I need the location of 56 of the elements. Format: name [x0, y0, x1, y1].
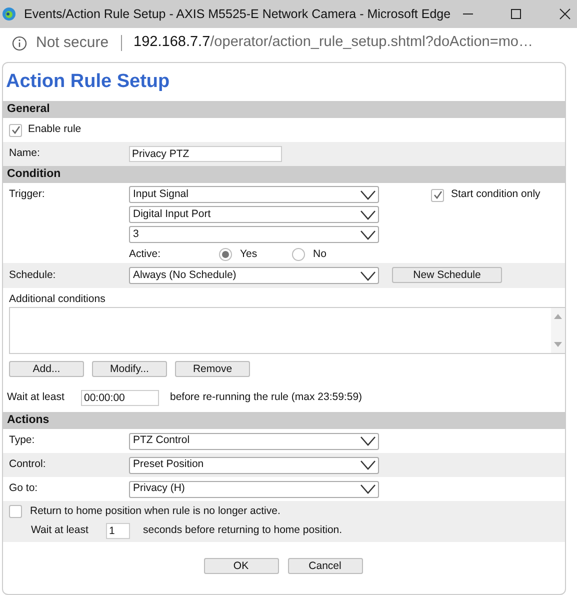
dropdown[interactable]: 3 [129, 226, 379, 243]
dropdown[interactable]: Digital Input Port [129, 206, 379, 223]
dropdown[interactable]: Input Signal [129, 186, 379, 203]
radio-button[interactable] [292, 248, 305, 261]
chevron-icon [360, 230, 376, 240]
checkbox[interactable] [9, 124, 22, 136]
chevron-icon [360, 210, 376, 220]
radio-label: No [313, 246, 326, 262]
dropdown[interactable]: Always (No Schedule) [129, 267, 379, 284]
radio-button[interactable] [219, 248, 232, 261]
address-url[interactable]: 192.168.7.7/operator/action_rule_setup.shtml?doAction=mo… [134, 32, 533, 54]
button[interactable]: New Schedule [392, 267, 502, 284]
chevron-icon [360, 436, 376, 446]
chevron-icon [360, 460, 376, 470]
button[interactable]: Modify... [92, 361, 167, 377]
chevron-icon [360, 190, 376, 200]
name-field[interactable]: Privacy PTZ [129, 146, 282, 162]
button[interactable]: Cancel [288, 558, 362, 574]
section-label: Additional conditions [9, 292, 106, 307]
field-label: Wait at least [7, 390, 66, 406]
button[interactable]: OK [204, 558, 278, 574]
info-icon[interactable] [12, 36, 27, 50]
chevron-icon [360, 484, 376, 494]
field-label: Go to: [9, 481, 39, 496]
button[interactable]: Remove [175, 361, 250, 377]
section-header: Actions [3, 412, 565, 429]
field-note: before re-running the rule (max 23:59:59) [170, 390, 362, 406]
checkbox[interactable] [9, 505, 22, 518]
checkbox-label: Return to home position when rule is no longer active. [30, 504, 280, 519]
dropdown[interactable]: Privacy (H) [129, 480, 379, 498]
section-header: Condition [3, 166, 565, 183]
security-label: Not secure [36, 32, 109, 53]
checkbox-label: Start condition only [451, 187, 540, 202]
maximize-icon[interactable] [510, 8, 522, 20]
field-label: Name: [9, 146, 41, 162]
field-label: Schedule: [9, 268, 57, 283]
field-note: seconds before returning to home position. [143, 522, 342, 538]
dropdown[interactable]: PTZ Control [129, 432, 379, 450]
checkbox-label: Enable rule [28, 122, 82, 138]
field-label: Wait at least [31, 522, 90, 538]
time-field[interactable]: 00:00:00 [81, 390, 159, 406]
seconds-field[interactable]: 1 [106, 522, 130, 539]
section-header: General [3, 101, 565, 118]
close-icon[interactable] [559, 8, 571, 20]
window-title: Events/Action Rule Setup - AXIS M5525-E Network Camera - Microsoft Edge [24, 6, 451, 23]
button[interactable]: Add... [9, 361, 84, 377]
chevron-icon [360, 270, 376, 280]
field-label: Type: [9, 433, 36, 448]
dropdown[interactable]: Preset Position [129, 456, 379, 474]
checkbox[interactable] [431, 188, 444, 202]
radio-label: Yes [240, 246, 258, 262]
field-label: Active: [129, 246, 162, 262]
page-heading: Action Rule Setup [5, 70, 171, 94]
field-label: Trigger: [9, 187, 46, 202]
browser-logo-icon [2, 7, 16, 21]
field-label: Control: [9, 457, 47, 472]
